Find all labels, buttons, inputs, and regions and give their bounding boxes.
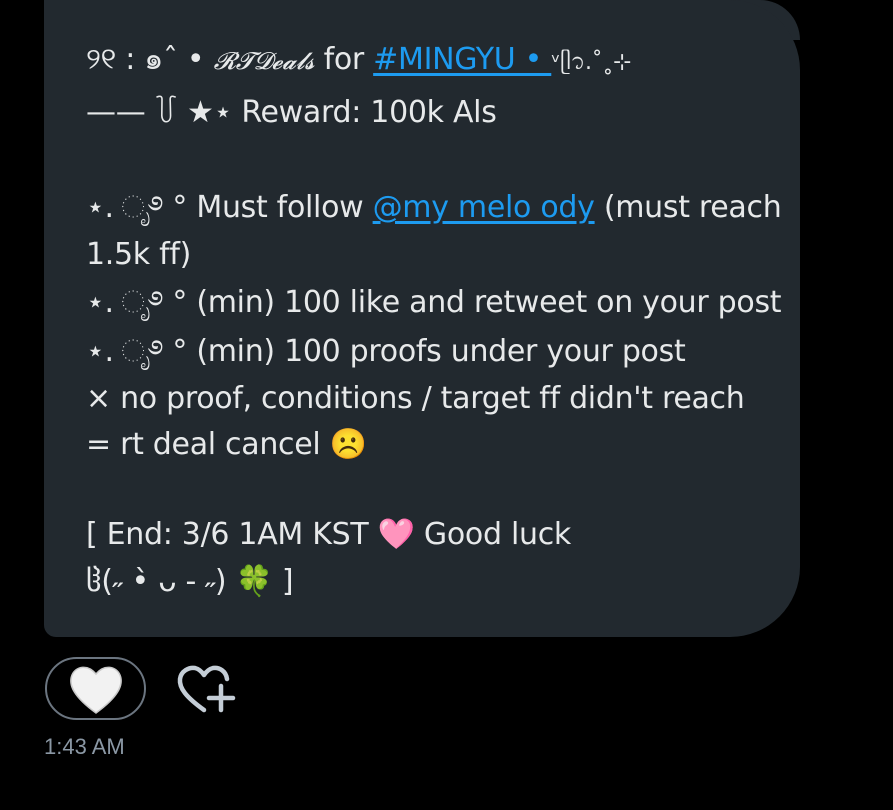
follow-requirement-suffix: (must reach [594,190,782,225]
for-text: for [314,42,374,77]
message-line-4: 1.5k ff) [86,237,192,272]
message-line-7: × no proof, conditions / target ff didn'… [86,381,745,416]
pink-heart-emoji-icon: 🩷 [377,517,415,552]
end-time-text: [ End: 3/6 1AM KST [86,517,378,552]
good-luck-text: Good luck [414,517,571,552]
message-line-9: [ End: 3/6 1AM KST 🩷 Good luck [86,517,571,553]
message-line-1: ୨୧ : ๑ˆ • 𝓡𝓣𝓓𝓮𝓪𝓵𝓼 for #MINGYU • ᵛᥫ᭡.˚˳⊹ [86,42,632,81]
kaomoji-text: ჱ(˶ •̀ ᴗ - ˶) [86,564,236,599]
heart-plus-icon [177,665,236,713]
hashtag-link[interactable]: #MINGYU • [373,42,551,77]
white-heart-icon [69,666,122,714]
cancel-text: = rt deal cancel [86,427,330,462]
message-line-5: ⋆. ೃ࿔ ° (min) 100 like and retweet on yo… [86,285,782,320]
message-line-3: ⋆. ೃ࿔ ° Must follow @my melo ody (must r… [86,190,782,226]
message-line-6: ⋆. ೃ࿔ ° (min) 100 proofs under your post [86,334,686,369]
message-timestamp: 1:43 AM [44,734,125,759]
heart-reaction-button[interactable] [45,657,146,720]
clover-emoji-icon: 🍀 [235,564,273,599]
add-reaction-button[interactable] [176,664,236,718]
message-line-10: ჱ(˶ •̀ ᴗ - ˶) 🍀 ] [86,564,294,600]
mention-link[interactable]: @my melo ody [373,190,595,225]
message-suffix: ᵛᥫ᭡.˚˳⊹ [551,50,632,75]
message-prefix: ୨୧ : ๑ˆ • [86,42,214,77]
message-line-2: —— ꒦ ★⋆ Reward: 100k Als [86,95,497,130]
message-line-8: = rt deal cancel ☹️ [86,427,367,463]
rt-deals-label: 𝓡𝓣𝓓𝓮𝓪𝓵𝓼 [213,47,315,75]
frown-emoji-icon: ☹️ [329,427,367,462]
follow-requirement-text: ⋆. ೃ࿔ ° Must follow [86,190,373,225]
closing-bracket: ] [272,564,294,599]
